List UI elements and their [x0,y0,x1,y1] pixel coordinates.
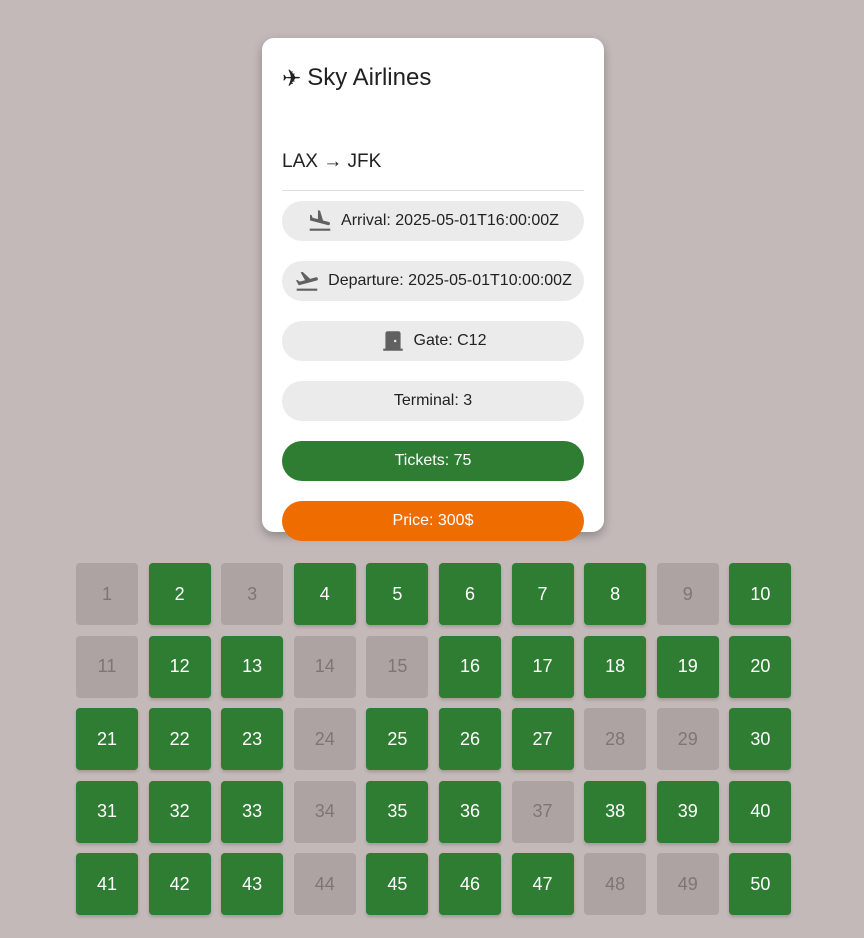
card-divider [282,190,584,191]
seat-available[interactable]: 22 [148,708,211,770]
gate-text: Gate: C12 [413,332,487,349]
seat-available[interactable]: 30 [729,708,792,770]
flight-land-icon [309,210,331,231]
seat-grid: 1 2 3 4 5 6 7 8 9 10 11 12 13 14 15 16 17 18 19 20 21 22 23 24 2… [76,563,792,915]
seat-available[interactable]: 40 [729,780,792,843]
gate-chip: Gate: C12 [282,321,584,361]
flight-card: ✈ Sky Airlines LAX → JFK Arrival: 2025-0… [262,38,604,541]
seat-taken: 24 [293,708,356,770]
seat-taken: 48 [584,853,647,915]
seat-taken: 1 [76,563,138,625]
seat-available[interactable]: 12 [148,635,211,698]
seat-available[interactable]: 26 [438,708,501,770]
seat-available[interactable]: 19 [656,635,719,698]
price-text: Price: 300$ [392,512,474,529]
seat-available[interactable]: 16 [438,635,501,698]
arrival-text: Arrival: 2025-05-01T16:00:00Z [341,212,559,229]
seat-taken: 3 [221,563,284,625]
seat-available[interactable]: 20 [729,635,792,698]
seat-available[interactable]: 4 [293,563,356,625]
seat-available[interactable]: 21 [76,708,138,770]
seat-available[interactable]: 6 [438,563,501,625]
terminal-chip: Terminal: 3 [282,381,584,421]
seat-available[interactable]: 39 [656,780,719,843]
seat-available[interactable]: 25 [366,708,429,770]
seat-available[interactable]: 45 [366,853,429,915]
arrival-chip: Arrival: 2025-05-01T16:00:00Z [282,201,584,241]
seat-available[interactable]: 43 [221,853,284,915]
seat-available[interactable]: 42 [148,853,211,915]
seat-available[interactable]: 13 [221,635,284,698]
seat-available[interactable]: 36 [438,780,501,843]
seat-available[interactable]: 38 [584,780,647,843]
seat-taken: 34 [293,780,356,843]
seat-available[interactable]: 27 [511,708,574,770]
terminal-text: Terminal: 3 [393,392,473,409]
seat-available[interactable]: 5 [366,563,429,625]
door-icon [382,331,403,351]
departure-chip: Departure: 2025-05-01T10:00:00Z [282,261,584,301]
seat-taken: 28 [584,708,647,770]
seat-available[interactable]: 35 [366,780,429,843]
seat-available[interactable]: 10 [729,563,792,625]
seat-taken: 29 [656,708,719,770]
departure-text: Departure: 2025-05-01T10:00:00Z [328,272,572,289]
seat-available[interactable]: 50 [729,853,792,915]
seat-taken: 14 [293,635,356,698]
seat-available[interactable]: 46 [438,853,501,915]
flight-route: LAX → JFK [282,151,382,172]
seat-taken: 15 [366,635,429,698]
seat-available[interactable]: 33 [221,780,284,843]
seat-taken: 49 [656,853,719,915]
seat-available[interactable]: 17 [511,635,574,698]
tickets-text: Tickets: 75 [394,452,472,469]
flight-title: ✈ Sky Airlines [282,62,431,94]
price-button[interactable]: Price: 300$ [282,501,584,541]
seat-taken: 9 [656,563,719,625]
seat-available[interactable]: 2 [148,563,211,625]
seat-available[interactable]: 18 [584,635,647,698]
seat-available[interactable]: 32 [148,780,211,843]
seat-taken: 44 [293,853,356,915]
seat-taken: 11 [76,635,138,698]
seat-available[interactable]: 7 [511,563,574,625]
seat-available[interactable]: 8 [584,563,647,625]
seat-available[interactable]: 31 [76,780,138,843]
airline-name: Sky Airlines [307,64,432,91]
tickets-button[interactable]: Tickets: 75 [282,441,584,481]
flight-takeoff-icon [296,271,319,291]
seat-available[interactable]: 47 [511,853,574,915]
seat-available[interactable]: 41 [76,853,138,915]
airplane-icon: ✈ [282,65,302,91]
seat-available[interactable]: 23 [221,708,284,770]
seat-taken: 37 [511,780,574,843]
